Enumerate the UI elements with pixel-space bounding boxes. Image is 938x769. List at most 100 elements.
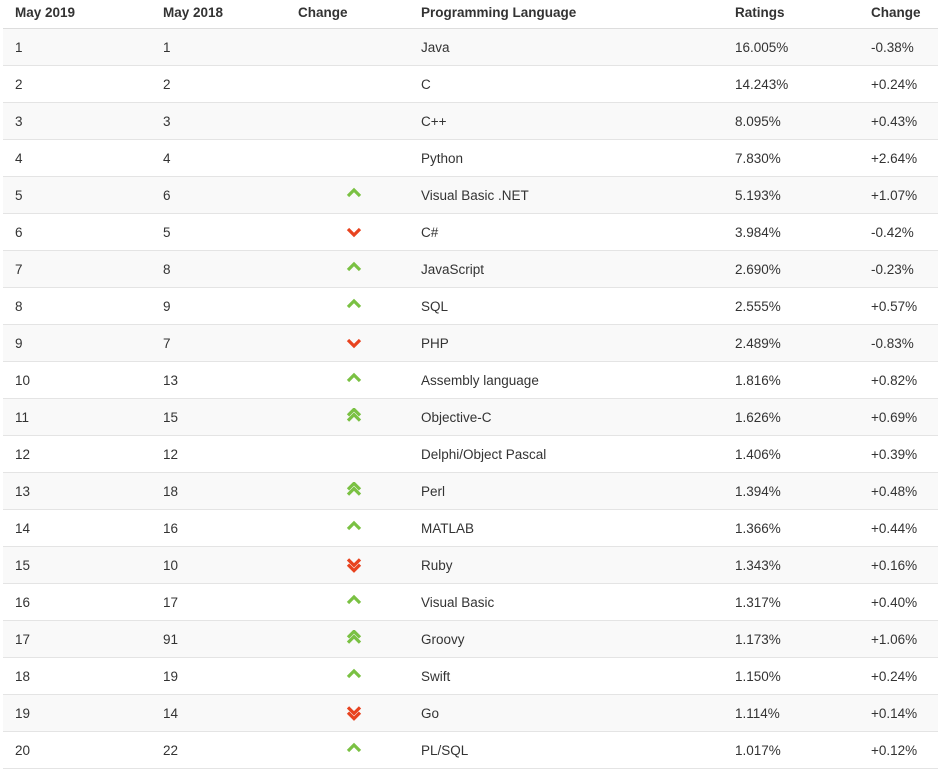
table-row: 56 Visual Basic .NET5.193%+1.07% [3,177,938,214]
cell-rank-current: 19 [3,695,151,732]
cell-rank-previous: 91 [151,621,298,658]
cell-language-name: Groovy [409,621,727,658]
column-header-ratings[interactable]: Ratings [727,0,859,29]
cell-rating-percent: 7.830% [727,140,859,177]
cell-rating-percent: 2.489% [727,325,859,362]
cell-rank-previous: 12 [151,436,298,473]
cell-rank-current: 12 [3,436,151,473]
cell-rating-percent: 5.193% [727,177,859,214]
cell-language-name: PL/SQL [409,732,727,769]
double-chevron-down-icon [345,704,363,722]
cell-rank-current: 17 [3,621,151,658]
cell-rating-change: -0.23% [859,251,938,288]
cell-language-name: Java [409,29,727,66]
cell-rating-percent: 14.243% [727,66,859,103]
table-row: 65C#3.984%-0.42% [3,214,938,251]
cell-rating-change: +0.16% [859,547,938,584]
table-row: 1914Go1.114%+0.14% [3,695,938,732]
table-row: 1416MATLAB1.366%+0.44% [3,510,938,547]
cell-rank-change [298,436,409,473]
cell-rating-percent: 8.095% [727,103,859,140]
cell-rank-previous: 16 [151,510,298,547]
cell-rank-previous: 13 [151,362,298,399]
cell-rank-change [298,732,409,769]
column-header-language[interactable]: Programming Language [409,0,727,29]
cell-rank-current: 15 [3,547,151,584]
cell-rank-previous: 7 [151,325,298,362]
cell-rank-change [298,214,409,251]
cell-rank-change [298,547,409,584]
cell-rank-previous: 6 [151,177,298,214]
cell-rating-percent: 1.114% [727,695,859,732]
cell-language-name: Python [409,140,727,177]
cell-language-name: MATLAB [409,510,727,547]
ranking-table-container: May 2019 May 2018 Change Programming Lan… [0,0,938,769]
cell-rank-change [298,510,409,547]
cell-language-name: Delphi/Object Pascal [409,436,727,473]
table-row: 11Java16.005%-0.38% [3,29,938,66]
cell-language-name: Go [409,695,727,732]
column-header-ratings-change[interactable]: Change [859,0,938,29]
column-header-rank-previous[interactable]: May 2018 [151,0,298,29]
cell-rating-percent: 1.173% [727,621,859,658]
chevron-up-icon [345,667,363,685]
chevron-up-icon [345,260,363,278]
cell-rank-previous: 8 [151,251,298,288]
cell-rating-percent: 1.626% [727,399,859,436]
cell-rank-change [298,325,409,362]
cell-rank-previous: 1 [151,29,298,66]
table-row: 33C++8.095%+0.43% [3,103,938,140]
cell-rank-current: 9 [3,325,151,362]
cell-rank-change [298,103,409,140]
table-row: 1791Groovy1.173%+1.06% [3,621,938,658]
cell-rating-percent: 16.005% [727,29,859,66]
cell-rating-change: +0.40% [859,584,938,621]
table-row: 1013Assembly language1.816%+0.82% [3,362,938,399]
table-body: 11Java16.005%-0.38%22C14.243%+0.24%33C++… [3,29,938,769]
chevron-up-icon [345,741,363,759]
cell-rank-change [298,66,409,103]
cell-rating-change: +0.39% [859,436,938,473]
cell-rating-percent: 1.150% [727,658,859,695]
cell-rank-current: 7 [3,251,151,288]
chevron-up-icon [345,371,363,389]
cell-rank-previous: 10 [151,547,298,584]
cell-language-name: C [409,66,727,103]
cell-rating-change: -0.83% [859,325,938,362]
cell-rating-change: +0.43% [859,103,938,140]
cell-rank-previous: 19 [151,658,298,695]
table-header: May 2019 May 2018 Change Programming Lan… [3,0,938,29]
cell-rank-previous: 17 [151,584,298,621]
cell-rating-percent: 1.343% [727,547,859,584]
cell-rating-change: +0.12% [859,732,938,769]
chevron-down-icon [345,223,363,241]
cell-rank-current: 4 [3,140,151,177]
cell-language-name: SQL [409,288,727,325]
cell-language-name: Swift [409,658,727,695]
chevron-down-icon [345,334,363,352]
column-header-rank-change[interactable]: Change [298,0,409,29]
table-header-row: May 2019 May 2018 Change Programming Lan… [3,0,938,29]
cell-rating-change: +0.82% [859,362,938,399]
cell-rating-percent: 1.317% [727,584,859,621]
cell-rank-change [298,177,409,214]
cell-rank-change [298,658,409,695]
double-chevron-up-icon [345,408,363,426]
cell-rating-change: +0.14% [859,695,938,732]
table-row: 2022PL/SQL1.017%+0.12% [3,732,938,769]
column-header-rank-current[interactable]: May 2019 [3,0,151,29]
chevron-up-icon [345,297,363,315]
cell-rank-change [298,473,409,510]
table-row: 44Python7.830%+2.64% [3,140,938,177]
cell-rank-current: 5 [3,177,151,214]
cell-rating-change: +1.07% [859,177,938,214]
table-row: 78JavaScript2.690%-0.23% [3,251,938,288]
double-chevron-up-icon [345,630,363,648]
cell-language-name: C++ [409,103,727,140]
cell-language-name: Visual Basic .NET [409,177,727,214]
cell-rank-previous: 18 [151,473,298,510]
cell-rating-change: +0.57% [859,288,938,325]
cell-rank-change [298,399,409,436]
chevron-up-icon [345,186,363,204]
cell-rank-change [298,288,409,325]
